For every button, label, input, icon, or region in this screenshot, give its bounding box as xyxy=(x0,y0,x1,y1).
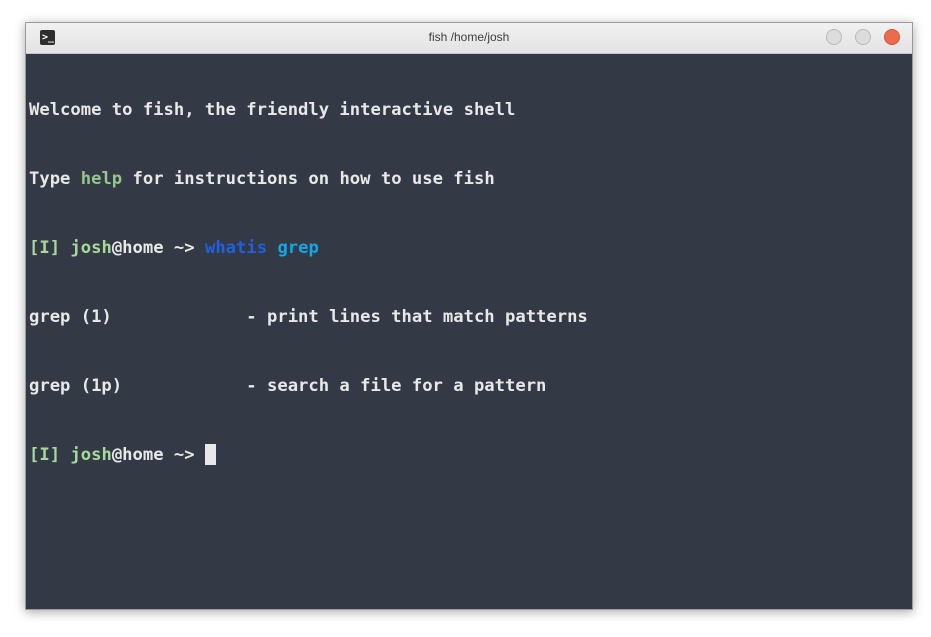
prompt-user: josh xyxy=(70,445,112,465)
help-line: Type help for instructions on how to use… xyxy=(29,168,909,191)
command-name: whatis xyxy=(204,238,268,258)
prompt-at: @ xyxy=(111,238,123,258)
prompt-user: josh xyxy=(70,238,112,258)
prompt-dir: ~> xyxy=(163,238,205,258)
window-title: fish /home/josh xyxy=(428,30,510,44)
welcome-line: Welcome to fish, the friendly interactiv… xyxy=(29,99,909,122)
terminal-window: >_ fish /home/josh Welcome to fish, the … xyxy=(25,22,913,610)
command-arg: grep xyxy=(277,238,319,258)
close-button[interactable] xyxy=(884,29,900,45)
prompt-at: @ xyxy=(111,445,123,465)
maximize-button[interactable] xyxy=(855,29,871,45)
output-line: grep (1) - print lines that match patter… xyxy=(29,307,588,327)
command-line: [I] josh@home ~> whatis grep xyxy=(29,237,909,260)
output-line: grep (1p) - search a file for a pattern xyxy=(29,376,547,396)
help-prefix: Type xyxy=(29,169,81,189)
prompt-line[interactable]: [I] josh@home ~> xyxy=(29,444,909,467)
title-bar[interactable]: >_ fish /home/josh xyxy=(26,23,912,54)
prompt-host: home xyxy=(122,445,164,465)
welcome-text: Welcome to fish, the friendly interactiv… xyxy=(29,100,516,120)
text-cursor xyxy=(204,444,216,465)
prompt-mode: [I] xyxy=(29,238,61,258)
prompt-dir: ~> xyxy=(163,445,205,465)
minimize-button[interactable] xyxy=(826,29,842,45)
prompt-mode: [I] xyxy=(29,445,61,465)
prompt-host: home xyxy=(122,238,164,258)
terminal-content[interactable]: Welcome to fish, the friendly interactiv… xyxy=(29,53,909,606)
help-suffix: for instructions on how to use fish xyxy=(122,169,495,189)
help-keyword: help xyxy=(80,169,123,189)
